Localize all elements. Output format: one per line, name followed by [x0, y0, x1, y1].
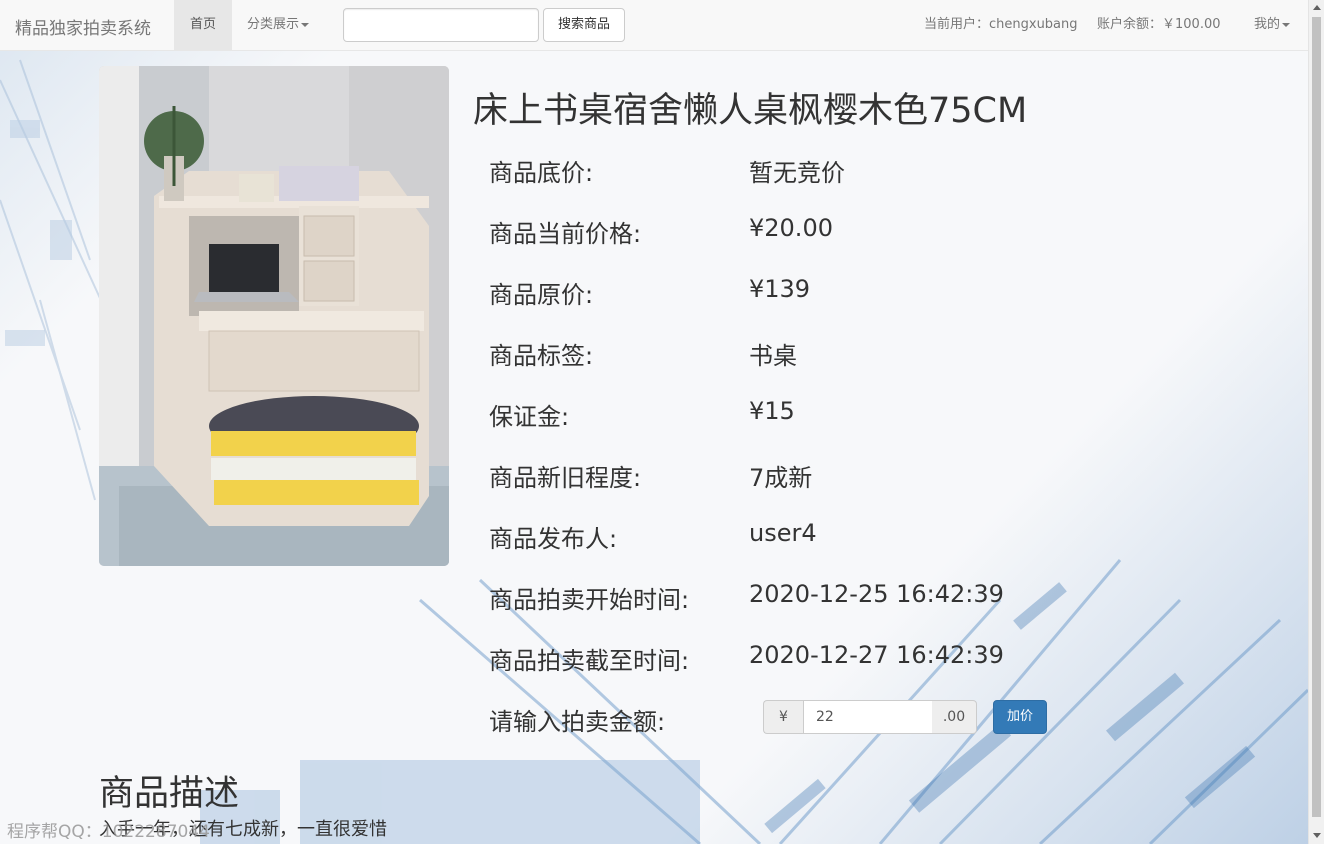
- info-value: 2020-12-27 16:42:39: [749, 641, 1004, 669]
- info-label: 保证金:: [489, 403, 570, 431]
- info-value: 暂无竞价: [749, 159, 845, 187]
- nav-home[interactable]: 首页: [174, 0, 232, 50]
- caret-down-icon: [301, 22, 310, 27]
- info-row-base-price: 商品底价: 暂无竞价: [489, 153, 1189, 187]
- bid-amount-input[interactable]: [803, 700, 933, 734]
- info-value: 2020-12-25 16:42:39: [749, 580, 1004, 608]
- raise-bid-button[interactable]: 加价: [993, 700, 1047, 734]
- info-row-deposit: 保证金: ¥15: [489, 397, 1189, 431]
- scroll-thumb[interactable]: [1312, 17, 1321, 817]
- scroll-up-icon[interactable]: [1313, 5, 1321, 10]
- info-label: 商品拍卖截至时间:: [489, 647, 690, 675]
- nav-category-label: 分类展示: [247, 17, 300, 32]
- info-value: user4: [749, 519, 817, 547]
- decimal-addon: .00: [932, 700, 977, 734]
- search-input[interactable]: [343, 8, 539, 42]
- info-row-current-price: 商品当前价格: ¥20.00: [489, 214, 1189, 248]
- description-title: 商品描述: [99, 774, 240, 814]
- scroll-down-icon[interactable]: [1313, 833, 1321, 838]
- nav-mine-dropdown[interactable]: 我的: [1254, 0, 1291, 50]
- info-row-start-time: 商品拍卖开始时间: 2020-12-25 16:42:39: [489, 580, 1189, 614]
- info-row-tag: 商品标签: 书桌: [489, 336, 1189, 370]
- current-user: 当前用户：chengxubang: [924, 17, 1078, 32]
- search-button[interactable]: 搜索商品: [543, 8, 625, 42]
- info-value: 书桌: [749, 342, 797, 370]
- caret-down-icon: [1282, 22, 1291, 27]
- nav-mine-label: 我的: [1254, 17, 1281, 32]
- nav-category-dropdown[interactable]: 分类展示: [232, 0, 324, 50]
- vertical-scrollbar[interactable]: [1308, 0, 1324, 844]
- currency-addon: ¥: [763, 700, 803, 734]
- info-row-condition: 商品新旧程度: 7成新: [489, 458, 1189, 492]
- info-label: 商品标签:: [489, 342, 594, 370]
- info-value: 7成新: [749, 464, 813, 492]
- info-row-publisher: 商品发布人: user4: [489, 519, 1189, 553]
- info-row-original-price: 商品原价: ¥139: [489, 275, 1189, 309]
- info-label: 商品当前价格:: [489, 220, 642, 248]
- info-label: 商品原价:: [489, 281, 594, 309]
- info-value: ¥139: [749, 275, 811, 303]
- info-label: 商品新旧程度:: [489, 464, 642, 492]
- info-value: ¥15: [749, 397, 795, 425]
- brand-title[interactable]: 精品独家拍卖系统: [15, 14, 151, 39]
- navbar: 精品独家拍卖系统 首页 分类展示 搜索商品 当前用户：chengxubang 账…: [0, 0, 1308, 51]
- info-value: ¥20.00: [749, 214, 833, 242]
- info-label: 商品发布人:: [489, 525, 618, 553]
- account-balance: 账户余额：￥100.00: [1097, 17, 1221, 32]
- product-image: [99, 66, 449, 566]
- product-title: 床上书桌宿舍懒人桌枫樱木色75CM: [473, 91, 1028, 131]
- info-row-end-time: 商品拍卖截至时间: 2020-12-27 16:42:39: [489, 641, 1189, 675]
- bid-label: 请输入拍卖金额:: [489, 708, 666, 736]
- info-label: 商品底价:: [489, 159, 594, 187]
- watermark: 程序帮QQ：1022287044: [7, 822, 210, 842]
- info-label: 商品拍卖开始时间:: [489, 586, 690, 614]
